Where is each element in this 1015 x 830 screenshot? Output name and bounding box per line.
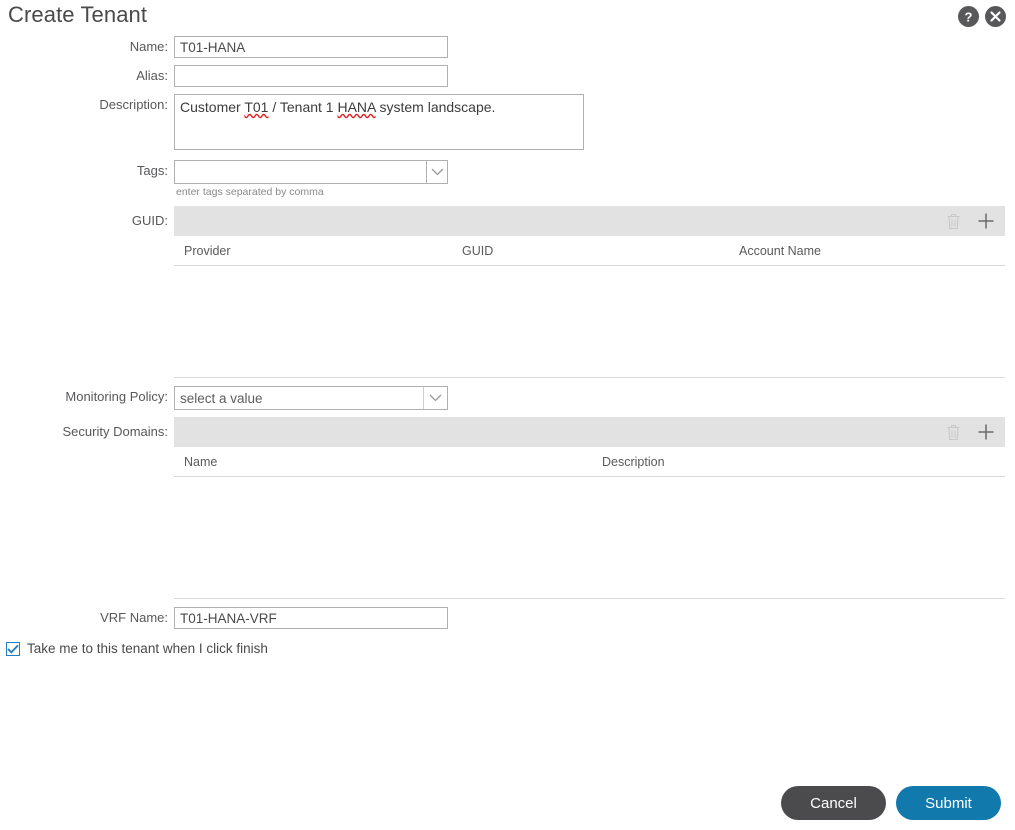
guid-label: GUID: xyxy=(0,206,174,236)
security-domains-table-body xyxy=(174,477,1005,599)
field-row-tags: Tags: enter tags separated by comma xyxy=(0,160,1015,198)
tags-combo[interactable] xyxy=(174,160,448,184)
monitoring-policy-value: select a value xyxy=(175,391,423,406)
trash-icon[interactable] xyxy=(946,213,961,230)
security-domains-column-name: Name xyxy=(184,455,602,469)
cancel-button[interactable]: Cancel xyxy=(781,786,886,820)
guid-column-provider: Provider xyxy=(184,244,462,258)
chevron-down-icon[interactable] xyxy=(426,160,448,184)
alias-label: Alias: xyxy=(0,65,174,87)
trash-icon[interactable] xyxy=(946,424,961,441)
field-row-name: Name: xyxy=(0,36,1015,58)
monitoring-policy-select[interactable]: select a value xyxy=(174,386,448,410)
take-me-to-tenant-checkbox[interactable] xyxy=(6,642,20,656)
dialog-header: Create Tenant ? xyxy=(0,0,1015,36)
guid-table-toolbar xyxy=(174,206,1005,236)
create-tenant-form: Name: Alias: Description: Customer T01 /… xyxy=(0,36,1015,656)
chevron-down-icon[interactable] xyxy=(423,387,447,409)
security-domains-table: Name Description xyxy=(174,417,1005,599)
field-row-security-domains: Security Domains: xyxy=(0,417,1015,599)
close-icon[interactable] xyxy=(985,6,1006,27)
guid-table-body xyxy=(174,266,1005,378)
guid-column-guid: GUID xyxy=(462,244,739,258)
take-me-to-tenant-row: Take me to this tenant when I click fini… xyxy=(6,641,1015,656)
field-row-description: Description: Customer T01 / Tenant 1 HAN… xyxy=(0,94,1015,150)
field-row-guid: GUID: Prov xyxy=(0,206,1015,378)
security-domains-column-description: Description xyxy=(602,455,665,469)
take-me-to-tenant-label: Take me to this tenant when I click fini… xyxy=(27,641,268,656)
help-icon[interactable]: ? xyxy=(958,6,979,27)
plus-icon[interactable] xyxy=(977,212,995,230)
description-label: Description: xyxy=(0,94,174,116)
dialog-footer: Cancel Submit xyxy=(781,786,1001,820)
check-icon xyxy=(7,644,19,654)
alias-input[interactable] xyxy=(174,65,448,87)
field-row-vrf-name: VRF Name: xyxy=(0,607,1015,629)
submit-button[interactable]: Submit xyxy=(896,786,1001,820)
tags-input[interactable] xyxy=(174,160,426,184)
monitoring-policy-label: Monitoring Policy: xyxy=(0,386,174,408)
plus-icon[interactable] xyxy=(977,423,995,441)
guid-table: Provider GUID Account Name xyxy=(174,206,1005,378)
guid-table-header-row: Provider GUID Account Name xyxy=(174,236,1005,266)
field-row-alias: Alias: xyxy=(0,65,1015,87)
name-label: Name: xyxy=(0,36,174,58)
vrf-name-input[interactable] xyxy=(174,607,448,629)
svg-text:?: ? xyxy=(965,10,973,25)
name-input[interactable] xyxy=(174,36,448,58)
header-icon-group: ? xyxy=(958,6,1006,27)
field-row-monitoring-policy: Monitoring Policy: select a value xyxy=(0,386,1015,410)
vrf-name-label: VRF Name: xyxy=(0,607,174,629)
guid-column-account-name: Account Name xyxy=(739,244,821,258)
security-domains-label: Security Domains: xyxy=(0,417,174,447)
security-domains-table-header-row: Name Description xyxy=(174,447,1005,477)
page-title: Create Tenant xyxy=(8,2,147,28)
security-domains-table-toolbar xyxy=(174,417,1005,447)
tags-hint: enter tags separated by comma xyxy=(176,186,1015,198)
tags-label: Tags: xyxy=(0,160,174,182)
description-textarea[interactable]: Customer T01 / Tenant 1 HANA system land… xyxy=(174,94,584,150)
description-text: Customer T01 / Tenant 1 HANA system land… xyxy=(180,99,495,115)
